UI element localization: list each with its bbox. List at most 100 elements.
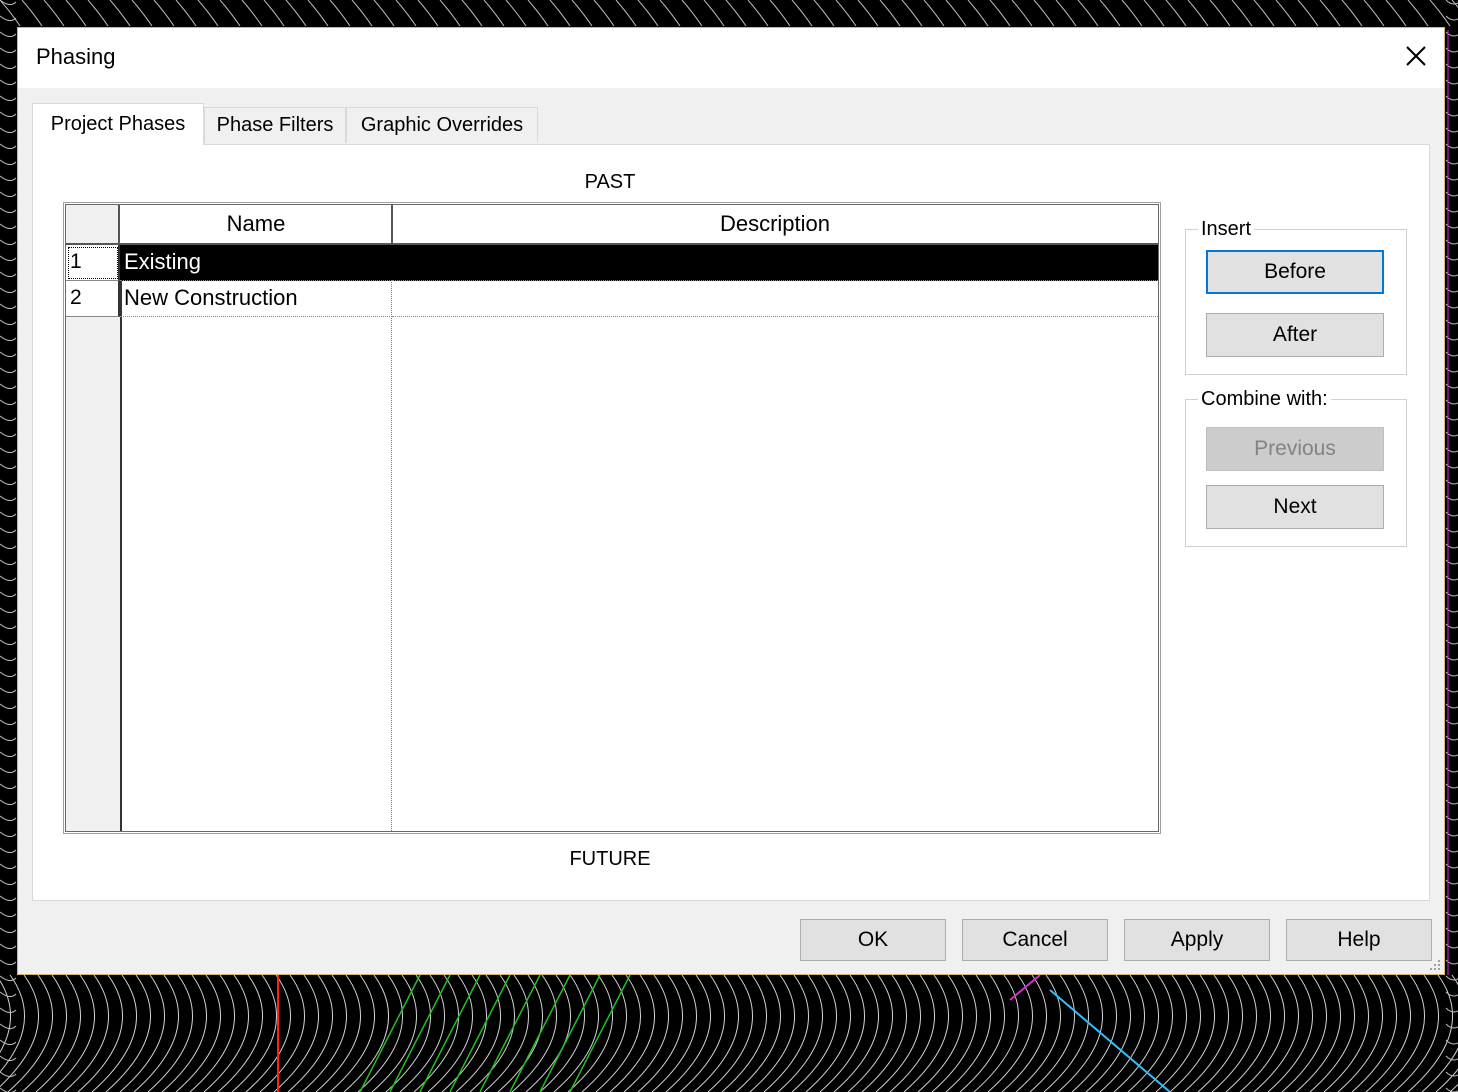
ok-button[interactable]: OK [800, 919, 946, 961]
cancel-button[interactable]: Cancel [962, 919, 1108, 961]
cad-line [749, 974, 795, 1092]
cad-line [703, 0, 725, 27]
cad-line [651, 974, 697, 1092]
cad-line [0, 47, 17, 54]
cad-line [1099, 974, 1145, 1092]
cad-line [1445, 975, 1458, 981]
cad-line [903, 974, 949, 1092]
cad-line [0, 0, 21, 27]
cad-line [1445, 1071, 1458, 1077]
tab-phase-filters[interactable]: Phase Filters [204, 107, 346, 143]
cell-name[interactable]: Existing [120, 245, 392, 281]
cad-line [0, 1055, 17, 1062]
grid-body: Name Description 1 Existing 2 New Constr… [65, 204, 1159, 832]
cad-line [1295, 974, 1341, 1092]
cad-line [0, 671, 17, 678]
cad-line [449, 974, 511, 1092]
cad-line [105, 974, 151, 1092]
cad-line [0, 767, 17, 774]
cad-line [819, 974, 865, 1092]
cad-line [1445, 15, 1458, 21]
cad-line [0, 879, 17, 886]
cad-line [1121, 0, 1143, 27]
cad-line [329, 974, 375, 1092]
cad-line [0, 543, 17, 550]
tab-graphic-overrides[interactable]: Graphic Overrides [346, 107, 538, 143]
cad-line [539, 974, 585, 1092]
cad-line [813, 0, 835, 27]
insert-group-label: Insert [1198, 218, 1255, 241]
cad-line [259, 974, 305, 1092]
insert-before-button[interactable]: Before [1206, 250, 1384, 294]
cad-line [219, 0, 241, 27]
cad-line [109, 0, 131, 27]
column-header-name[interactable]: Name [120, 205, 392, 245]
cad-line [1113, 974, 1159, 1092]
cad-line [0, 463, 17, 470]
cad-line [285, 0, 307, 27]
cad-line [539, 974, 601, 1092]
cad-line [0, 319, 17, 326]
cad-line [931, 974, 977, 1092]
cad-line [1253, 0, 1275, 27]
cad-line [1011, 0, 1033, 27]
cad-line [1225, 974, 1271, 1092]
tab-project-phases[interactable]: Project Phases [32, 103, 204, 145]
cad-line [371, 974, 417, 1092]
cad-line [1197, 974, 1243, 1092]
future-label: FUTURE [569, 848, 651, 870]
cad-line [0, 415, 17, 422]
cad-line [153, 0, 175, 27]
resize-grip-icon[interactable] [1428, 958, 1442, 972]
apply-button[interactable]: Apply [1124, 919, 1270, 961]
combine-previous-button[interactable]: Previous [1206, 427, 1384, 471]
insert-after-button[interactable]: After [1206, 313, 1384, 357]
cad-line [0, 239, 17, 246]
cad-line [1169, 974, 1215, 1092]
cad-line [287, 974, 333, 1092]
cad-line [1309, 974, 1355, 1092]
cad-line [1297, 0, 1319, 27]
corner-header [66, 205, 120, 245]
cad-line [0, 751, 17, 758]
cad-line [175, 0, 197, 27]
cad-line [0, 223, 17, 230]
help-button[interactable]: Help [1286, 919, 1432, 961]
cad-line [1267, 974, 1313, 1092]
cad-line [203, 974, 249, 1092]
table-row[interactable]: 2 New Construction [66, 281, 1158, 317]
cad-line [0, 863, 17, 870]
cad-line [0, 703, 17, 710]
cell-description[interactable] [392, 281, 1158, 317]
cad-line [65, 0, 87, 27]
cad-line [847, 974, 893, 1092]
cad-line [0, 367, 17, 374]
cad-line [0, 559, 17, 566]
title-bar: Phasing [18, 28, 1444, 88]
row-number[interactable]: 2 [66, 281, 120, 317]
combine-next-button[interactable]: Next [1206, 485, 1384, 529]
close-button[interactable] [1396, 36, 1436, 76]
cad-line [615, 0, 637, 27]
cad-line [1337, 974, 1383, 1092]
cad-line [917, 974, 963, 1092]
phases-grid[interactable]: Name Description 1 Existing 2 New Constr… [63, 202, 1161, 834]
column-header-description[interactable]: Description [392, 205, 1158, 245]
cad-line [307, 0, 329, 27]
cad-line [0, 271, 17, 278]
cad-line [0, 351, 17, 358]
cad-line [0, 159, 17, 166]
cad-line [1323, 974, 1369, 1092]
cad-line [959, 974, 1005, 1092]
cad-line [509, 974, 571, 1092]
cell-name[interactable]: New Construction [120, 281, 392, 317]
table-row[interactable]: 1 Existing [66, 245, 1158, 281]
cad-line [735, 974, 781, 1092]
cad-line [725, 0, 747, 27]
cad-line [0, 527, 17, 534]
cad-line [0, 847, 17, 854]
cell-description[interactable] [392, 245, 1158, 281]
cad-line [0, 607, 17, 614]
cad-line [571, 0, 593, 27]
row-number[interactable]: 1 [66, 245, 120, 281]
